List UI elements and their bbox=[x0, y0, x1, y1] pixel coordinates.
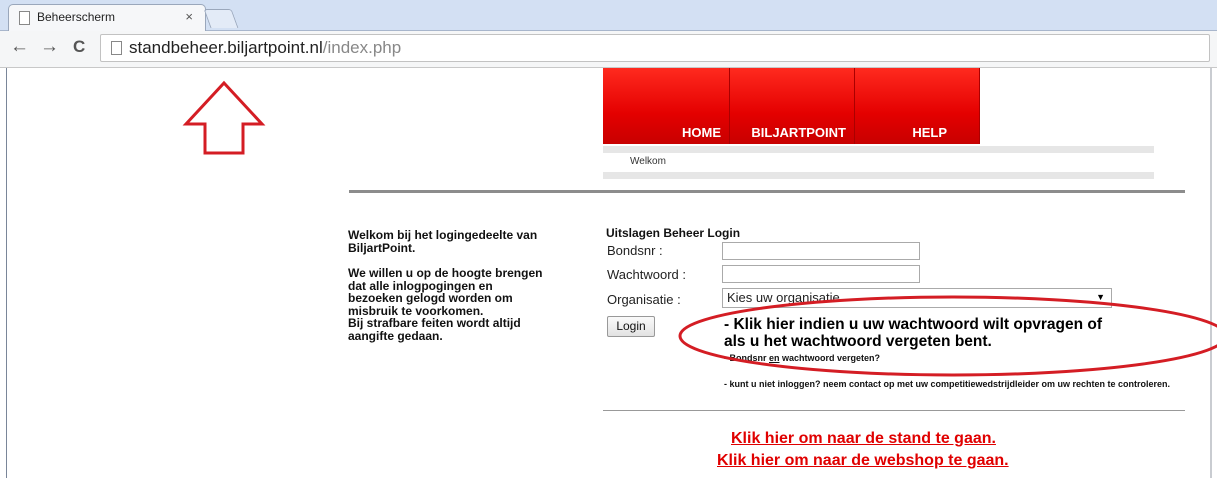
organisatie-label: Organisatie : bbox=[607, 292, 681, 307]
welcome-logging-notice: We willen u op de hoogte brengen dat all… bbox=[348, 266, 543, 318]
scrollbar-track[interactable] bbox=[1210, 68, 1212, 478]
menu-item-help[interactable]: HELP bbox=[855, 68, 980, 144]
webshop-link[interactable]: Klik hier om naar de webshop te gaan. bbox=[717, 452, 1009, 470]
stand-link[interactable]: Klik hier om naar de stand te gaan. bbox=[731, 430, 996, 448]
url-path: /index.php bbox=[322, 38, 402, 57]
annotation-up-arrow-icon bbox=[182, 80, 266, 155]
login-button[interactable]: Login bbox=[607, 316, 655, 337]
page-icon bbox=[111, 41, 122, 55]
new-tab-button[interactable] bbox=[203, 9, 239, 28]
forward-arrow-icon[interactable]: → bbox=[40, 36, 59, 58]
url-text[interactable]: standbeheer.biljartpoint.nl/index.php bbox=[129, 38, 401, 58]
welcome-legal-notice: Bij strafbare feiten wordt altijd aangif… bbox=[348, 316, 521, 343]
contact-notice: - kunt u niet inloggen? neem contact op … bbox=[724, 379, 1171, 389]
submenu-item-welkom[interactable]: Welkom bbox=[630, 156, 666, 167]
divider bbox=[349, 190, 1185, 193]
menu-item-home[interactable]: HOME bbox=[603, 68, 730, 144]
wachtwoord-label: Wachtwoord : bbox=[607, 267, 686, 282]
tab-title: Beheerscherm bbox=[37, 10, 116, 24]
submenu-bar-top bbox=[603, 146, 1154, 153]
address-bar[interactable]: standbeheer.biljartpoint.nl/index.php bbox=[100, 34, 1210, 62]
menu-item-label: BILJARTPOINT bbox=[751, 125, 846, 140]
window-left-edge bbox=[6, 68, 7, 478]
welcome-intro: Welkom bij het logingedeelte van Biljart… bbox=[348, 228, 538, 255]
divider-thin bbox=[603, 410, 1185, 411]
menu-item-label: HOME bbox=[682, 125, 721, 140]
page-icon bbox=[19, 11, 30, 25]
browser-toolbar: ← → C standbeheer.biljartpoint.nl/index.… bbox=[0, 31, 1217, 68]
tab-close-icon[interactable]: × bbox=[185, 9, 193, 24]
browser-tab[interactable]: Beheerscherm × bbox=[8, 4, 206, 31]
menu-item-biljartpoint[interactable]: BILJARTPOINT bbox=[730, 68, 855, 144]
browser-tab-bar: Beheerscherm × bbox=[0, 0, 1217, 31]
menu-item-label: HELP bbox=[912, 125, 947, 140]
reload-icon[interactable]: C bbox=[73, 37, 85, 57]
login-title: Uitslagen Beheer Login bbox=[606, 226, 741, 240]
bondsnr-label: Bondsnr : bbox=[607, 243, 663, 258]
wachtwoord-input[interactable] bbox=[722, 265, 920, 283]
annotation-ellipse bbox=[678, 295, 1217, 377]
submenu-bar-bottom bbox=[603, 172, 1154, 179]
bondsnr-input[interactable] bbox=[722, 242, 920, 260]
url-host: standbeheer.biljartpoint.nl bbox=[129, 38, 323, 57]
back-arrow-icon[interactable]: ← bbox=[10, 36, 29, 58]
welcome-text: Welkom bij het logingedeelte van Biljart… bbox=[348, 229, 548, 355]
